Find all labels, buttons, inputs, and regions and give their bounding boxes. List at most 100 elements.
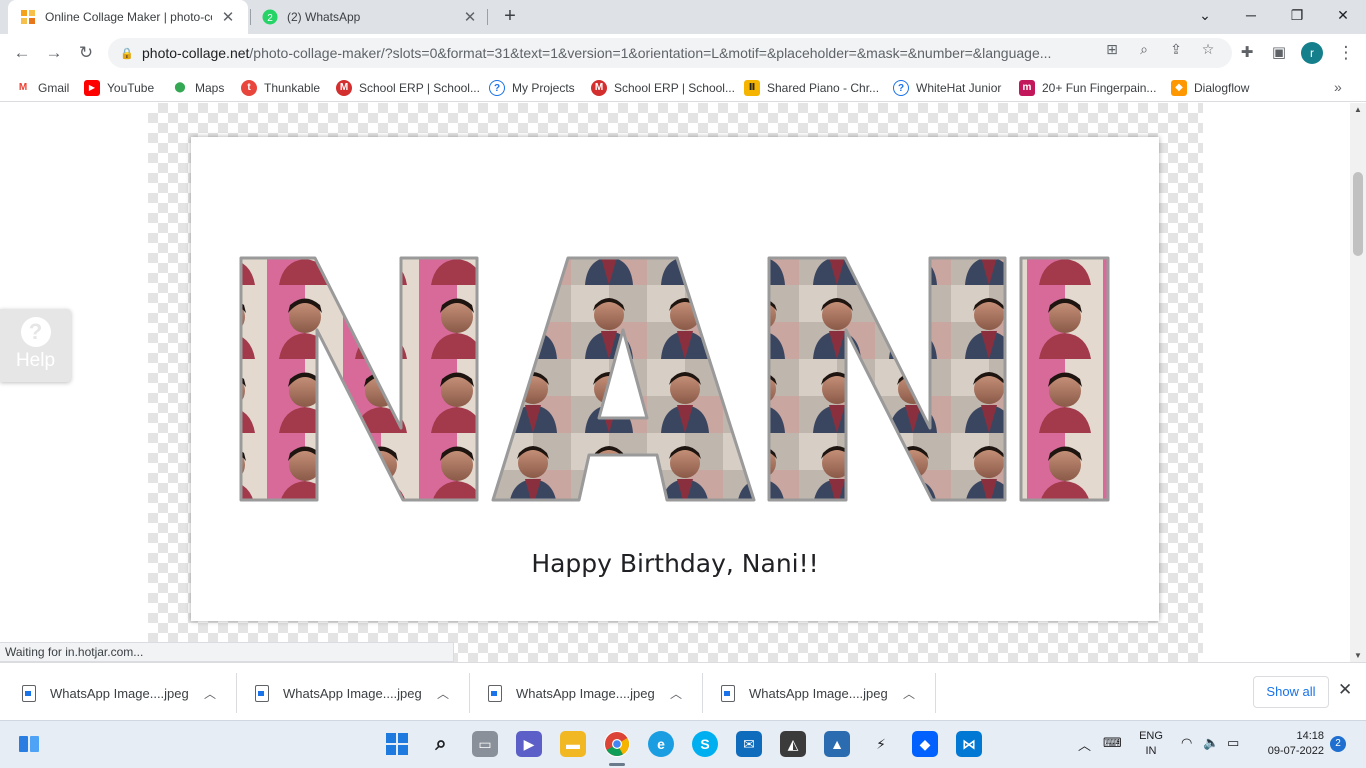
skype-icon[interactable]: S (692, 731, 718, 757)
bookmark-youtube[interactable]: ▶ YouTube (84, 77, 154, 99)
bookmark-label: 20+ Fun Fingerpain... (1042, 81, 1157, 95)
dropbox-icon[interactable]: ◆ (912, 731, 938, 757)
battery-icon[interactable]: ▭ (1227, 735, 1239, 751)
dialogflow-icon: ◆ (1171, 80, 1187, 96)
bookmark-my-projects[interactable]: ? My Projects (489, 77, 575, 99)
widgets-icon[interactable] (16, 731, 42, 757)
page-scrollbar[interactable]: ▲ ▼ (1350, 103, 1366, 662)
tray-overflow-icon[interactable]: ︿ (1078, 735, 1091, 754)
translate-icon[interactable]: ⊞ (1103, 41, 1121, 58)
tab-photo-collage[interactable]: Online Collage Maker | photo-collage ✕ (8, 0, 248, 34)
help-question-icon: ? (20, 317, 51, 347)
system-clock[interactable]: 14:18 09-07-2022 (1258, 729, 1324, 759)
wifi-icon[interactable]: ◠ (1181, 735, 1192, 751)
profile-avatar[interactable]: r (1301, 42, 1323, 64)
menu-kebab-icon[interactable]: ⋮ (1332, 39, 1360, 67)
bookmark-school-erp[interactable]: M School ERP | School... (591, 77, 735, 99)
photos-icon[interactable]: ▲ (824, 731, 850, 757)
bookmark-star-icon[interactable]: ☆ (1199, 41, 1217, 58)
collage-caption[interactable]: Happy Birthday, Nani!! (191, 549, 1159, 578)
tab-search-button[interactable]: ⌄ (1182, 0, 1228, 34)
language-code: ENG (1139, 730, 1163, 742)
side-panel-icon[interactable]: ▣ (1265, 39, 1293, 67)
vscode-icon[interactable]: ⋈ (956, 731, 982, 757)
search-icon[interactable]: ⌕ (428, 731, 454, 757)
start-windows-icon[interactable] (384, 731, 410, 757)
image-file-icon (22, 684, 36, 702)
letter-i (1019, 256, 1110, 502)
volume-icon[interactable]: 🔈 (1203, 735, 1219, 751)
bookmark-maps[interactable]: ⬤ Maps (172, 77, 224, 99)
download-shelf: WhatsApp Image....jpeg ︿ WhatsApp Image.… (0, 662, 1366, 720)
chevron-up-icon[interactable]: ︿ (204, 685, 216, 702)
new-tab-button[interactable]: + (498, 5, 522, 29)
restore-button[interactable]: ❐ (1274, 0, 1320, 34)
bookmark-thunkable[interactable]: t Thunkable (241, 77, 320, 99)
edge-icon[interactable]: e (648, 731, 674, 757)
image-file-icon (255, 684, 269, 702)
share-icon[interactable]: ⇪ (1167, 41, 1185, 58)
clock-date: 09-07-2022 (1267, 745, 1324, 757)
download-filename: WhatsApp Image....jpeg (749, 685, 888, 701)
tab-close-icon[interactable]: ✕ (220, 8, 236, 26)
chrome-icon[interactable] (604, 731, 630, 757)
fingerpaint-icon: m (1019, 80, 1035, 96)
back-arrow-icon[interactable]: ← (8, 39, 36, 67)
bookmarks-overflow-icon[interactable]: » (1334, 79, 1342, 95)
notification-badge[interactable]: 2 (1330, 736, 1346, 752)
teams-chat-icon[interactable]: ▶ (516, 731, 542, 757)
language-indicator[interactable]: ENG IN (1133, 729, 1169, 759)
region-code: IN (1145, 745, 1157, 757)
image-file-icon (488, 684, 502, 702)
download-item[interactable]: WhatsApp Image....jpeg ︿ (699, 673, 931, 713)
bookmark-dialogflow[interactable]: ◆ Dialogflow (1171, 77, 1249, 99)
download-filename: WhatsApp Image....jpeg (50, 685, 189, 701)
file-explorer-icon[interactable]: ▬ (560, 731, 586, 757)
thunkable-icon: t (241, 80, 257, 96)
whitehat-icon: ? (893, 80, 909, 96)
scroll-up-icon[interactable]: ▲ (1354, 105, 1362, 114)
download-item[interactable]: WhatsApp Image....jpeg ︿ (466, 673, 698, 713)
show-all-button[interactable]: Show all (1253, 676, 1329, 708)
bookmark-label: Shared Piano - Chr... (767, 81, 880, 95)
task-view-icon[interactable]: ▭ (472, 731, 498, 757)
whatsapp-favicon-icon: 2 (262, 9, 278, 25)
chevron-up-icon[interactable]: ︿ (670, 685, 682, 702)
app-shield-icon[interactable]: ◭ (780, 731, 806, 757)
extensions-puzzle-icon[interactable]: ✚ (1233, 39, 1261, 67)
minimize-button[interactable]: ─ (1228, 0, 1274, 34)
close-window-button[interactable]: ✕ (1320, 0, 1366, 34)
youtube-icon: ▶ (84, 80, 100, 96)
bookmark-shared-piano[interactable]: Ⅱ Shared Piano - Chr... (744, 77, 879, 99)
maps-icon: ⬤ (172, 80, 188, 96)
url-text[interactable]: photo-collage.net/photo-collage-maker/?s… (142, 45, 1097, 61)
bookmark-school-erp[interactable]: M School ERP | School... (336, 77, 480, 99)
scroll-down-icon[interactable]: ▼ (1354, 651, 1362, 660)
bolt-app-icon[interactable]: ⚡ (868, 731, 894, 757)
chevron-up-icon[interactable]: ︿ (903, 685, 915, 702)
bookmark-fingerpaint[interactable]: m 20+ Fun Fingerpain... (1019, 77, 1156, 99)
tab-close-icon[interactable]: ✕ (462, 8, 478, 26)
zoom-icon[interactable]: ⌕ (1135, 41, 1153, 58)
chevron-up-icon[interactable]: ︿ (437, 685, 449, 702)
bookmark-label: Thunkable (264, 81, 321, 95)
scrollbar-thumb[interactable] (1353, 172, 1363, 256)
close-shelf-icon[interactable]: ✕ (1338, 680, 1352, 700)
forward-arrow-icon[interactable]: → (40, 39, 68, 67)
image-file-icon (721, 684, 735, 702)
download-item[interactable]: WhatsApp Image....jpeg ︿ (0, 673, 232, 713)
bookmark-label: Dialogflow (1194, 81, 1250, 95)
mail-icon[interactable]: ✉ (736, 731, 762, 757)
download-item[interactable]: WhatsApp Image....jpeg ︿ (233, 673, 465, 713)
tab-whatsapp[interactable]: 2 (2) WhatsApp ✕ (250, 0, 490, 34)
piano-icon: Ⅱ (744, 80, 760, 96)
reload-icon[interactable]: ↻ (72, 39, 100, 67)
address-bar[interactable]: 🔒 photo-collage.net/photo-collage-maker/… (108, 38, 1232, 68)
bookmark-gmail[interactable]: M Gmail (15, 77, 69, 99)
my-projects-icon: ? (489, 80, 505, 96)
bookmark-whitehat[interactable]: ? WhiteHat Junior (893, 77, 1001, 99)
gmail-icon: M (15, 80, 31, 96)
keyboard-icon[interactable]: ⌨ (1103, 735, 1122, 751)
help-widget[interactable]: ? Help (0, 309, 71, 382)
browser-toolbar: ← → ↻ 🔒 photo-collage.net/photo-collage-… (0, 34, 1366, 72)
